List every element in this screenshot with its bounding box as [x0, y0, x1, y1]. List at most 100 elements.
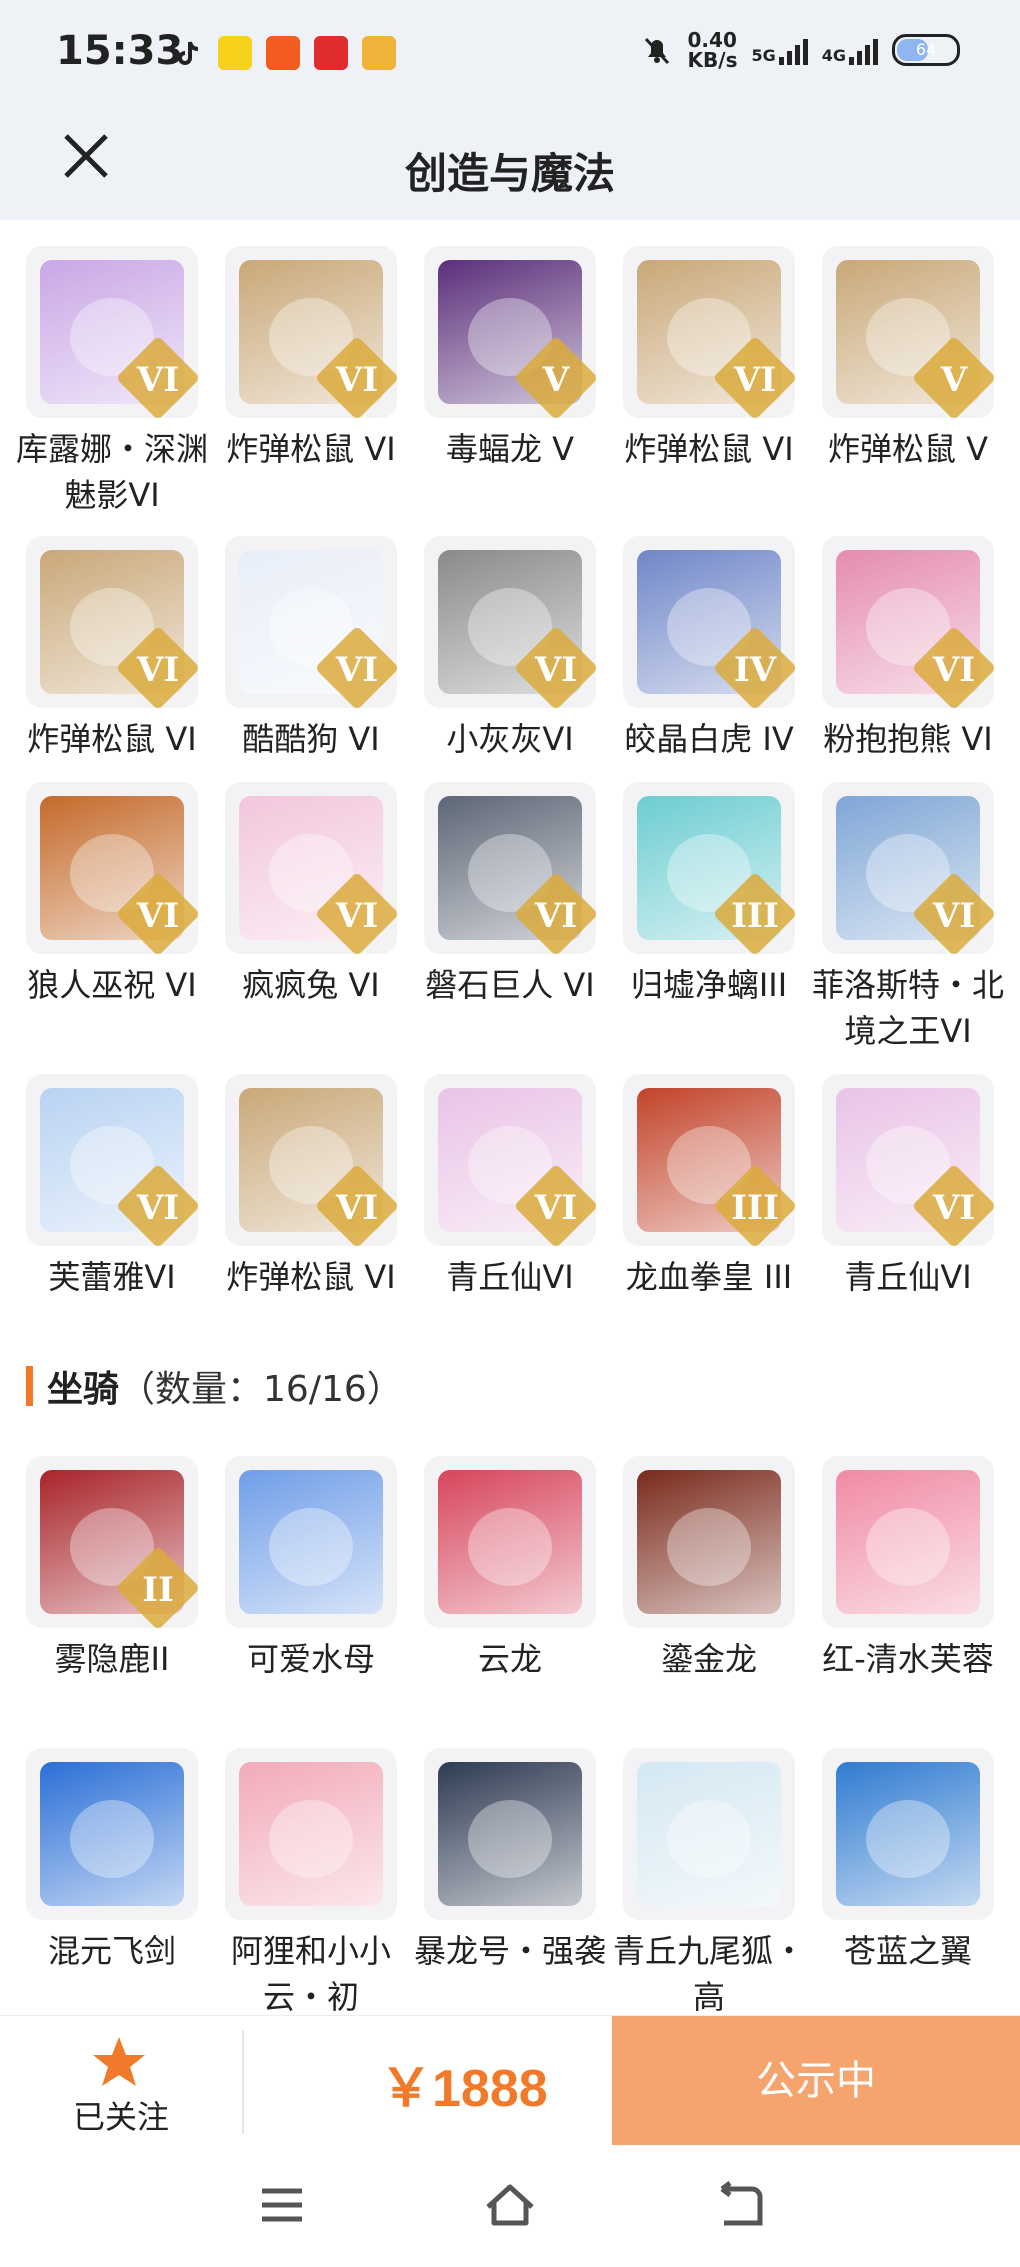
- pet-card-thumbnail: VI: [822, 782, 994, 954]
- tier-badge-text: V: [542, 360, 570, 400]
- mount-card-label: 红-清水芙蓉: [822, 1640, 994, 1678]
- pet-card-label: 毒蝠龙 V: [445, 430, 575, 468]
- pet-card-thumbnail: VI: [225, 1074, 397, 1246]
- pet-card-thumbnail: V: [424, 246, 596, 418]
- tier-badge-text: II: [142, 1570, 174, 1610]
- mount-card[interactable]: 红-清水芙蓉: [822, 1456, 994, 1748]
- mount-card[interactable]: 云龙: [424, 1456, 596, 1748]
- tier-badge-text: VI: [136, 650, 180, 690]
- status-time: 15:33: [56, 28, 184, 74]
- pet-card[interactable]: V 毒蝠龙 V: [424, 246, 596, 536]
- signal-bars-icon: [849, 35, 878, 65]
- publicity-status-button[interactable]: 公示中: [612, 2016, 1020, 2146]
- mount-card-label: 青丘九尾狐・高: [612, 1932, 805, 2015]
- pet-card-thumbnail: VI: [225, 246, 397, 418]
- tier-badge-text: III: [731, 1188, 779, 1228]
- pet-card-thumbnail: VI: [225, 782, 397, 954]
- pet-card-thumbnail: VI: [424, 782, 596, 954]
- pet-card-thumbnail: VI: [424, 1074, 596, 1246]
- pet-card-thumbnail: VI: [225, 536, 397, 708]
- menu-nav-button[interactable]: [252, 2175, 312, 2235]
- tier-badge-text: V: [940, 360, 968, 400]
- mount-card[interactable]: 苍蓝之翼: [822, 1748, 994, 2015]
- pet-card[interactable]: VI 酷酷狗 VI: [225, 536, 397, 782]
- pet-card[interactable]: VI 菲洛斯特・北境之王VI: [812, 782, 1004, 1074]
- character-face: [468, 1508, 552, 1586]
- pet-card-label: 炸弹松鼠 VI: [226, 1258, 396, 1296]
- pet-card[interactable]: VI 狼人巫祝 VI: [26, 782, 198, 1074]
- pet-card[interactable]: III 归墟净螭III: [623, 782, 795, 1074]
- net-speed-value: 0.40: [687, 28, 737, 52]
- pet-card-thumbnail: VI: [26, 1074, 198, 1246]
- mount-card[interactable]: 阿狸和小小云・初: [225, 1748, 397, 2015]
- pet-card[interactable]: VI 炸弹松鼠 VI: [225, 246, 397, 536]
- character-face: [468, 1800, 552, 1878]
- tier-badge-text: VI: [932, 1188, 976, 1228]
- netease-music-icon: [314, 36, 348, 70]
- pet-card-label: 粉抱抱熊 VI: [823, 720, 993, 758]
- pet-card-thumbnail: III: [623, 782, 795, 954]
- pet-card-label: 炸弹松鼠 VI: [226, 430, 396, 468]
- pet-card[interactable]: VI 青丘仙VI: [822, 1074, 994, 1320]
- pet-card-label: 炸弹松鼠 VI: [624, 430, 794, 468]
- net-speed-unit: KB/s: [687, 48, 738, 72]
- pet-card[interactable]: VI 炸弹松鼠 VI: [225, 1074, 397, 1320]
- pet-card[interactable]: VI 磐石巨人 VI: [424, 782, 596, 1074]
- pet-card-thumbnail: VI: [623, 246, 795, 418]
- content-area[interactable]: VI 库露娜・深渊魅影VI VI 炸弹松鼠 VI V 毒蝠龙 V VI 炸弹松鼠 VI V 炸弹松…: [0, 220, 1020, 2015]
- home-icon: [486, 2184, 534, 2226]
- mounts-section-header: 坐骑 （数量：16/16）: [26, 1360, 403, 1412]
- home-nav-button[interactable]: [480, 2175, 540, 2235]
- pet-card[interactable]: V 炸弹松鼠 V: [822, 246, 994, 536]
- pet-card[interactable]: VI 青丘仙VI: [424, 1074, 596, 1320]
- status-bar: 15:33 0.40 KB/s 5G 4G 64: [0, 0, 1020, 110]
- mount-card-label: 暴龙号・强袭: [413, 1932, 606, 1970]
- page-header: 创造与魔法: [0, 110, 1020, 220]
- mount-card[interactable]: 暴龙号・强袭: [414, 1748, 606, 2015]
- mounts-grid: II 雾隐鹿II 可爱水母 云龙 鎏金龙 红-清水芙蓉混元飞剑 阿狸和小小云・初 暴龙号・强袭…: [26, 1456, 1006, 2015]
- pet-card[interactable]: VI 小灰灰VI: [424, 536, 596, 782]
- pet-card[interactable]: IV 皎晶白虎 IV: [623, 536, 795, 782]
- mount-card[interactable]: 可爱水母: [225, 1456, 397, 1748]
- pet-card-label: 归墟净螭III: [630, 966, 788, 1004]
- pet-card[interactable]: VI 炸弹松鼠 VI: [623, 246, 795, 536]
- follow-label: 已关注: [72, 2098, 169, 2136]
- mount-card-thumbnail: [822, 1456, 994, 1628]
- mute-bell-icon: [644, 37, 669, 65]
- pet-card[interactable]: VI 粉抱抱熊 VI: [822, 536, 994, 782]
- character-face: [866, 1508, 950, 1586]
- tier-badge-text: VI: [534, 650, 578, 690]
- mount-card[interactable]: 青丘九尾狐・高: [613, 1748, 805, 2015]
- mount-card-thumbnail: [424, 1456, 596, 1628]
- mount-card[interactable]: II 雾隐鹿II: [26, 1456, 198, 1748]
- page-title: 创造与魔法: [404, 149, 615, 198]
- pet-card-label: 青丘仙VI: [844, 1258, 972, 1296]
- mount-card[interactable]: 混元飞剑: [26, 1748, 198, 2015]
- pet-card[interactable]: VI 库露娜・深渊魅影VI: [16, 246, 208, 536]
- pet-card-label: 狼人巫祝 VI: [27, 966, 197, 1004]
- pet-card[interactable]: VI 炸弹松鼠 VI: [26, 536, 198, 782]
- mount-card-thumbnail: II: [26, 1456, 198, 1628]
- mount-card-label: 雾隐鹿II: [54, 1640, 170, 1678]
- character-face: [667, 1508, 751, 1586]
- bottom-action-bar: 已关注 ￥1888 公示中: [0, 2015, 1020, 2146]
- character-face: [667, 1800, 751, 1878]
- tier-badge-text: VI: [136, 360, 180, 400]
- pet-card[interactable]: VI 疯疯兔 VI: [225, 782, 397, 1074]
- character-face: [70, 1800, 154, 1878]
- price: ￥1888: [380, 2060, 548, 2118]
- tier-badge-text: VI: [136, 896, 180, 936]
- pet-card-thumbnail: VI: [26, 536, 198, 708]
- tier-badge-text: VI: [932, 896, 976, 936]
- pet-card[interactable]: VI 芙蕾雅VI: [26, 1074, 198, 1320]
- pet-card-thumbnail: VI: [822, 1074, 994, 1246]
- pet-card-label: 菲洛斯特・北境之王VI: [811, 966, 1004, 1050]
- mount-card-thumbnail: [822, 1748, 994, 1920]
- mount-card-label: 混元飞剑: [47, 1932, 176, 1970]
- back-nav-button[interactable]: [708, 2175, 768, 2235]
- pet-card[interactable]: III 龙血拳皇 III: [623, 1074, 795, 1320]
- tier-badge-text: VI: [534, 1188, 578, 1228]
- mount-card-label: 阿狸和小小云・初: [230, 1932, 391, 2015]
- follow-button[interactable]: 已关注: [0, 2016, 242, 2146]
- mount-card[interactable]: 鎏金龙: [623, 1456, 795, 1748]
